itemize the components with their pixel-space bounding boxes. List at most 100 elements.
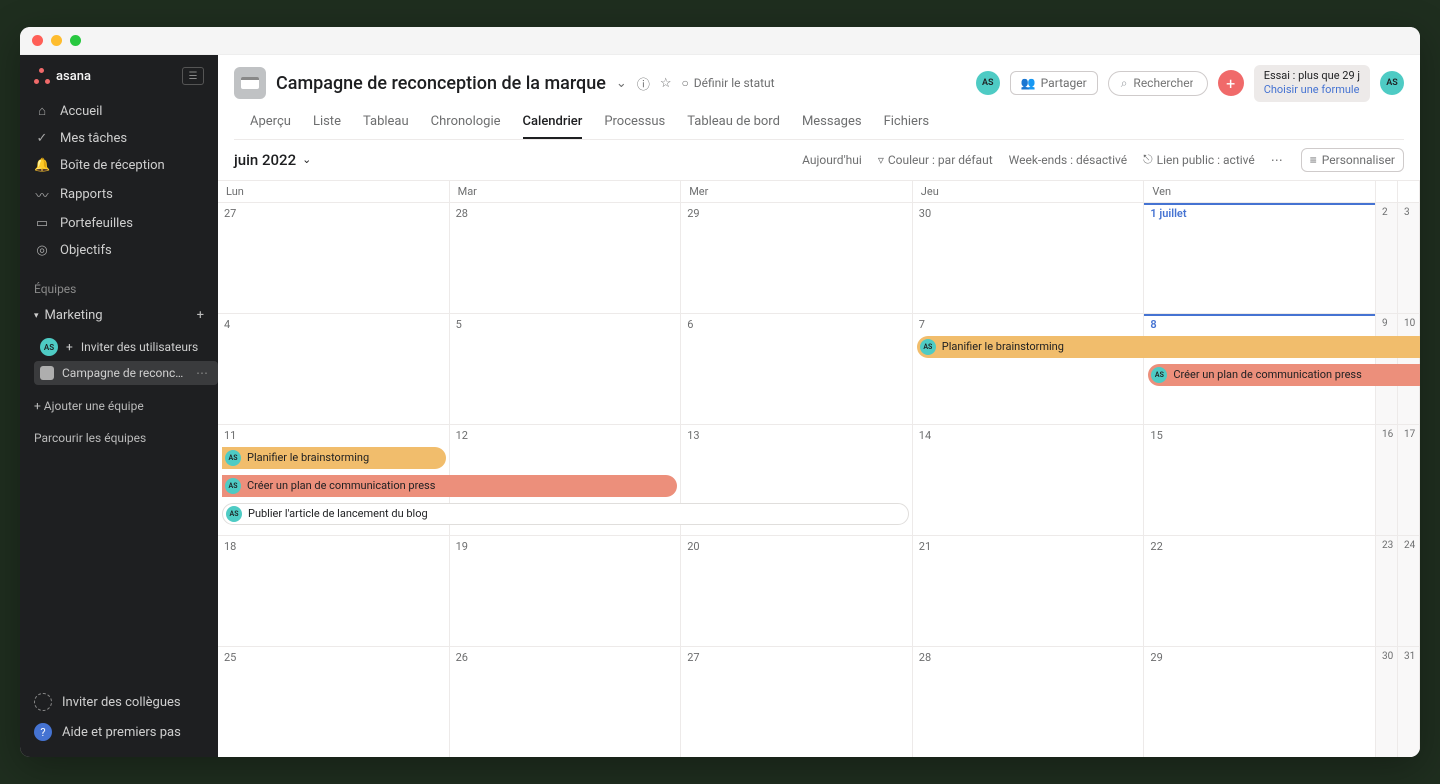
day-cell[interactable]: 25 xyxy=(218,647,450,757)
day-cell[interactable]: 2 xyxy=(1376,203,1398,313)
project-title: Campagne de reconception de la marque xyxy=(276,73,606,94)
invite-colleagues[interactable]: Inviter des collègues xyxy=(20,687,218,717)
public-link-toggle[interactable]: ⎋Lien public : activé xyxy=(1143,152,1255,167)
user-avatar[interactable]: AS xyxy=(1380,71,1404,95)
nav-icon: 〰 xyxy=(34,185,50,204)
day-cell[interactable]: 20 xyxy=(681,536,913,646)
filter-icon: ▿ xyxy=(878,153,884,167)
day-cell[interactable]: 1 juillet xyxy=(1144,203,1376,313)
maximize-icon[interactable] xyxy=(70,35,81,46)
more-icon[interactable]: ⋯ xyxy=(196,366,208,380)
month-picker[interactable]: juin 2022⌄ xyxy=(234,151,311,169)
day-cell[interactable]: 16 xyxy=(1376,425,1398,535)
share-button[interactable]: 👥Partager xyxy=(1010,71,1098,95)
sidebar-project-campagne[interactable]: Campagne de reconc… ⋯ xyxy=(34,361,218,385)
sidebar: asana ☰ ⌂Accueil✓Mes tâches🔔Boîte de réc… xyxy=(20,55,218,757)
day-cell[interactable]: 7 xyxy=(913,314,1145,424)
week-row: 25262728293031 xyxy=(218,646,1420,757)
week-row: 11121314151617ASPlanifier le brainstormi… xyxy=(218,424,1420,535)
nav-mes-tâches[interactable]: ✓Mes tâches xyxy=(20,125,218,152)
today-button[interactable]: Aujourd'hui xyxy=(802,153,862,167)
day-cell[interactable]: 18 xyxy=(218,536,450,646)
day-cell[interactable]: 28 xyxy=(913,647,1145,757)
color-filter[interactable]: ▿Couleur : par défaut xyxy=(878,153,993,167)
tab-messages[interactable]: Messages xyxy=(802,110,862,139)
avatar-icon: AS xyxy=(40,338,58,356)
day-cell[interactable]: 4 xyxy=(218,314,450,424)
task-brainstorm[interactable]: ASPlanifier le brainstorming xyxy=(222,447,446,469)
week-row: 18192021222324 xyxy=(218,535,1420,646)
day-cell[interactable]: 23 xyxy=(1376,536,1398,646)
brand-logo[interactable]: asana xyxy=(34,68,91,84)
tab-aperçu[interactable]: Aperçu xyxy=(250,110,291,139)
day-cell[interactable]: 30 xyxy=(913,203,1145,313)
teams-section-label: Équipes xyxy=(20,268,218,302)
day-cell[interactable]: 26 xyxy=(450,647,682,757)
caret-down-icon: ▾ xyxy=(34,311,39,321)
task-blog[interactable]: ASPublier l'article de lancement du blog xyxy=(222,503,909,525)
info-icon[interactable]: ⓘ xyxy=(637,74,650,93)
day-cell[interactable]: 14 xyxy=(913,425,1145,535)
nav-rapports[interactable]: 〰Rapports xyxy=(20,179,218,210)
minimize-icon[interactable] xyxy=(51,35,62,46)
collapse-sidebar-icon[interactable]: ☰ xyxy=(182,67,204,85)
day-cell[interactable]: 27 xyxy=(218,203,450,313)
day-cell[interactable]: 31 xyxy=(1398,647,1420,757)
tab-processus[interactable]: Processus xyxy=(604,110,665,139)
day-cell[interactable]: 15 xyxy=(1144,425,1376,535)
add-to-team-icon[interactable]: + xyxy=(197,308,204,323)
nav-boîte-de-réception[interactable]: 🔔Boîte de réception xyxy=(20,152,218,179)
day-cell[interactable]: 28 xyxy=(450,203,682,313)
tab-tableau de bord[interactable]: Tableau de bord xyxy=(687,110,780,139)
day-header: Mar xyxy=(450,181,682,202)
link-icon: ⎋ xyxy=(1143,152,1153,167)
global-add-button[interactable]: + xyxy=(1218,70,1244,96)
nav-portefeuilles[interactable]: ▭Portefeuilles xyxy=(20,210,218,237)
day-cell[interactable]: 5 xyxy=(450,314,682,424)
day-cell[interactable]: 24 xyxy=(1398,536,1420,646)
task-press[interactable]: ASCréer un plan de communication press xyxy=(222,475,677,497)
task-press[interactable]: ASCréer un plan de communication press xyxy=(1148,364,1420,386)
invite-icon xyxy=(34,693,52,711)
day-cell[interactable]: 19 xyxy=(450,536,682,646)
more-options-icon[interactable]: ⋯ xyxy=(1271,153,1285,167)
close-icon[interactable] xyxy=(32,35,43,46)
star-icon[interactable]: ☆ xyxy=(660,76,672,91)
day-cell[interactable]: 29 xyxy=(681,203,913,313)
tab-calendrier[interactable]: Calendrier xyxy=(523,110,583,139)
weekends-toggle[interactable]: Week-ends : désactivé xyxy=(1009,153,1127,167)
tab-tableau[interactable]: Tableau xyxy=(363,110,409,139)
window-titlebar xyxy=(20,27,1420,55)
brand-name: asana xyxy=(56,69,91,84)
help-button[interactable]: ? Aide et premiers pas xyxy=(20,717,218,747)
invite-users[interactable]: AS + Inviter des utilisateurs xyxy=(34,333,218,361)
browse-teams[interactable]: Parcourir les équipes xyxy=(20,423,218,445)
nav-icon: ✓ xyxy=(34,131,50,146)
day-cell[interactable]: 17 xyxy=(1398,425,1420,535)
tab-chronologie[interactable]: Chronologie xyxy=(431,110,501,139)
day-cell[interactable]: 3 xyxy=(1398,203,1420,313)
day-cell[interactable]: 22 xyxy=(1144,536,1376,646)
set-status-button[interactable]: ○Définir le statut xyxy=(681,76,774,90)
task-brainstorm[interactable]: ASPlanifier le brainstorming xyxy=(917,336,1420,358)
day-cell[interactable]: 29 xyxy=(1144,647,1376,757)
sliders-icon: ≡ xyxy=(1310,153,1317,167)
choose-plan-link[interactable]: Choisir une formule xyxy=(1264,83,1360,97)
customize-button[interactable]: ≡Personnaliser xyxy=(1301,148,1404,172)
search-input[interactable]: ⌕ xyxy=(1108,71,1208,96)
people-icon: 👥 xyxy=(1021,76,1036,90)
day-header: Ven xyxy=(1144,181,1376,202)
day-cell[interactable]: 27 xyxy=(681,647,913,757)
member-avatar[interactable]: AS xyxy=(976,71,1000,95)
trial-banner[interactable]: Essai : plus que 29 j Choisir une formul… xyxy=(1254,65,1370,102)
day-cell[interactable]: 21 xyxy=(913,536,1145,646)
day-cell[interactable]: 6 xyxy=(681,314,913,424)
day-cell[interactable]: 30 xyxy=(1376,647,1398,757)
chevron-down-icon[interactable]: ⌄ xyxy=(616,76,627,91)
add-team-button[interactable]: + Ajouter une équipe xyxy=(20,389,218,423)
team-marketing[interactable]: ▾Marketing + xyxy=(20,302,218,329)
tab-liste[interactable]: Liste xyxy=(313,110,341,139)
tab-fichiers[interactable]: Fichiers xyxy=(884,110,929,139)
nav-accueil[interactable]: ⌂Accueil xyxy=(20,97,218,125)
nav-objectifs[interactable]: ◎Objectifs xyxy=(20,237,218,264)
